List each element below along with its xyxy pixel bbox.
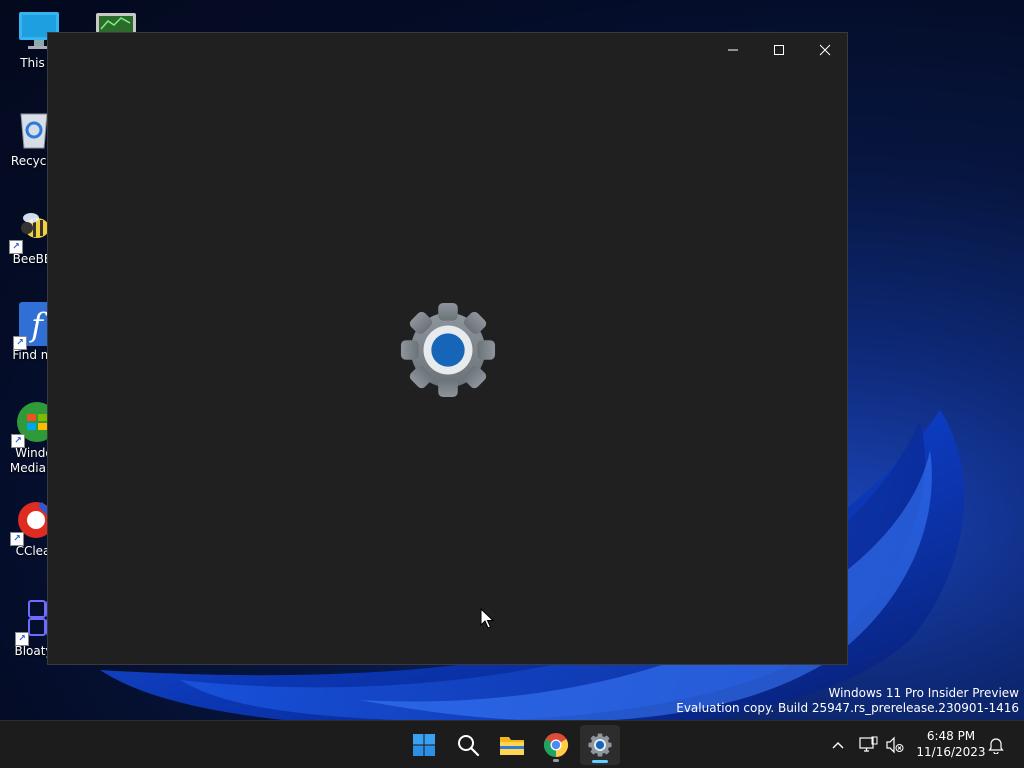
start-button[interactable] [404, 725, 444, 765]
close-button[interactable] [802, 34, 848, 66]
clock-time: 6:48 PM [926, 729, 976, 743]
bell-icon [988, 738, 1004, 754]
mouse-cursor-icon [480, 608, 494, 629]
close-icon [819, 44, 831, 56]
clock-date: 11/16/2023 [916, 745, 986, 759]
file-explorer-icon [500, 737, 524, 755]
show-hidden-icons-button[interactable] [826, 733, 850, 757]
shortcut-arrow-icon: ↗ [10, 532, 24, 546]
minimize-icon [728, 49, 738, 51]
search-button[interactable] [448, 725, 488, 765]
network-status-button[interactable] [857, 733, 881, 757]
settings-gear-icon [400, 302, 496, 398]
settings-window[interactable] [47, 32, 848, 665]
chevron-up-icon [832, 742, 844, 749]
volume-muted-icon [886, 736, 904, 754]
chrome-icon [543, 733, 569, 757]
shortcut-arrow-icon: ↗ [11, 434, 25, 448]
notifications-button[interactable] [984, 733, 1008, 757]
watermark-line-2: Evaluation copy. Build 25947.rs_prerelea… [676, 701, 1019, 715]
volume-button[interactable] [883, 733, 907, 757]
taskbar: 6:48 PM 11/16/2023 [0, 720, 1024, 768]
watermark-line-1: Windows 11 Pro Insider Preview [828, 686, 1019, 700]
shortcut-arrow-icon: ↗ [13, 336, 27, 350]
shortcut-arrow-icon: ↗ [9, 240, 23, 254]
minimize-button[interactable] [710, 34, 756, 66]
settings-icon [588, 733, 612, 757]
running-indicator [553, 759, 559, 762]
evaluation-watermark: Windows 11 Pro Insider Preview Evaluatio… [676, 686, 1019, 716]
maximize-icon [774, 45, 784, 55]
desktop-icon-partial[interactable] [94, 11, 138, 33]
active-indicator [592, 760, 608, 763]
monitor-chart-icon [96, 13, 136, 33]
start-icon [413, 734, 435, 756]
network-disconnected-icon [859, 736, 878, 752]
shortcut-arrow-icon: ↗ [15, 632, 29, 646]
file-explorer-button[interactable] [492, 725, 532, 765]
maximize-button[interactable] [756, 34, 802, 66]
clock[interactable]: 6:48 PM 11/16/2023 [914, 728, 988, 760]
search-icon [458, 735, 480, 757]
chrome-button[interactable] [536, 725, 576, 765]
settings-button[interactable] [580, 725, 620, 765]
